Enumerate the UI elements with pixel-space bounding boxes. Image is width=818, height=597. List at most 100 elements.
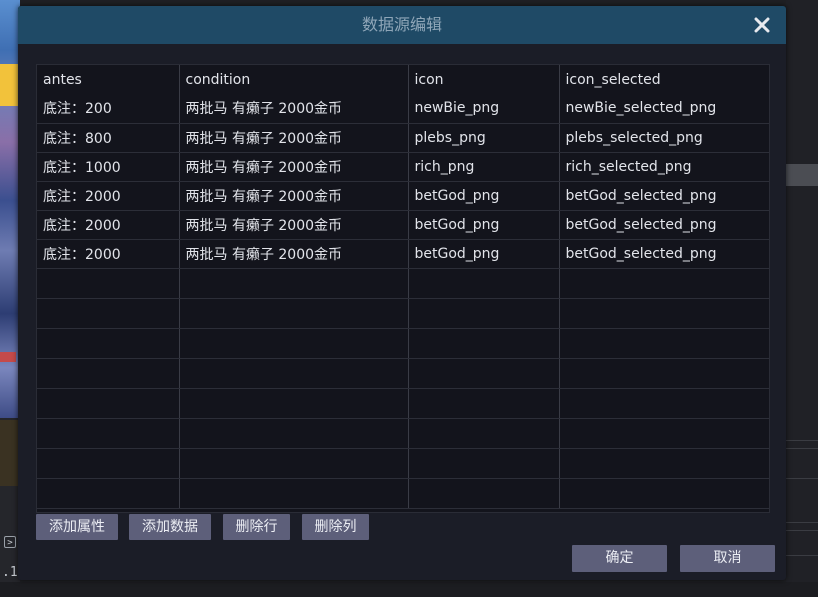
terminal-icon[interactable]: > <box>4 536 16 548</box>
table-cell[interactable]: 两批马 有癞子 2000金币 <box>179 210 409 240</box>
table-cell[interactable]: 底注：1000 <box>37 152 180 182</box>
game-preview-detail <box>0 352 16 362</box>
table-cell[interactable]: 底注：2000 <box>37 239 180 269</box>
empty-table-row[interactable] <box>37 418 769 449</box>
table-cell[interactable]: rich_png <box>408 152 560 182</box>
table-cell[interactable]: betGod_selected_png <box>559 181 769 211</box>
table-row[interactable]: 底注：200 两批马 有癞子 2000金币 newBie_png newBie_sel… <box>37 94 769 124</box>
column-header[interactable]: icon_selected <box>559 65 769 94</box>
table-cell[interactable] <box>559 478 769 509</box>
data-table: antes condition icon icon_selected 底注：20… <box>37 65 769 509</box>
right-panel-scrollbar[interactable] <box>786 164 818 186</box>
table-cell[interactable] <box>37 328 180 359</box>
table-cell[interactable]: betGod_png <box>408 210 560 240</box>
divider <box>786 448 818 449</box>
table-cell[interactable]: betGod_selected_png <box>559 210 769 240</box>
empty-table-row[interactable] <box>37 268 769 299</box>
cancel-button[interactable]: 取消 <box>680 545 775 572</box>
game-preview-detail <box>0 64 20 106</box>
table-cell[interactable] <box>559 328 769 359</box>
table-cell[interactable] <box>179 388 409 419</box>
asset-thumbnail <box>0 420 20 486</box>
table-cell[interactable]: newBie_png <box>408 94 560 124</box>
dialog-titlebar[interactable]: 数据源编辑 <box>18 6 786 44</box>
table-row[interactable]: 底注：2000 两批马 有癞子 2000金币 betGod_png betGod_se… <box>37 210 769 240</box>
divider <box>786 530 818 531</box>
table-cell[interactable] <box>408 448 560 479</box>
table-cell[interactable] <box>559 388 769 419</box>
table-cell[interactable] <box>179 448 409 479</box>
table-row[interactable]: 底注：2000 两批马 有癞子 2000金币 betGod_png betGod_se… <box>37 239 769 269</box>
delete-row-button[interactable]: 删除行 <box>223 514 290 540</box>
table-cell[interactable]: 两批马 有癞子 2000金币 <box>179 239 409 269</box>
delete-column-button[interactable]: 删除列 <box>302 514 369 540</box>
table-cell[interactable] <box>37 478 180 509</box>
dialog-title: 数据源编辑 <box>361 15 442 34</box>
data-grid[interactable]: antes condition icon icon_selected 底注：20… <box>36 64 770 513</box>
column-header[interactable]: icon <box>408 65 560 94</box>
table-cell[interactable]: plebs_png <box>408 123 560 153</box>
table-cell[interactable] <box>408 358 560 389</box>
empty-table-row[interactable] <box>37 388 769 419</box>
table-cell[interactable]: 底注：2000 <box>37 181 180 211</box>
divider <box>786 478 818 479</box>
add-data-button[interactable]: 添加数据 <box>129 514 211 540</box>
table-cell[interactable] <box>37 268 180 299</box>
empty-table-row[interactable] <box>37 328 769 359</box>
empty-table-row[interactable] <box>37 478 769 509</box>
table-cell[interactable] <box>37 418 180 449</box>
column-header[interactable]: antes <box>37 65 180 94</box>
table-row[interactable]: 底注：1000 两批马 有癞子 2000金币 rich_png rich_select… <box>37 152 769 182</box>
table-cell[interactable] <box>408 388 560 419</box>
table-cell[interactable] <box>408 418 560 449</box>
table-cell[interactable] <box>179 478 409 509</box>
table-row[interactable]: 底注：2000 两批马 有癞子 2000金币 betGod_png betGod_se… <box>37 181 769 211</box>
table-cell[interactable] <box>37 448 180 479</box>
table-cell[interactable] <box>408 478 560 509</box>
table-cell[interactable]: rich_selected_png <box>559 152 769 182</box>
table-cell[interactable] <box>408 328 560 359</box>
table-cell[interactable]: 两批马 有癞子 2000金币 <box>179 123 409 153</box>
table-cell[interactable]: 底注：800 <box>37 123 180 153</box>
empty-table-row[interactable] <box>37 448 769 479</box>
table-cell[interactable] <box>408 298 560 329</box>
table-cell[interactable]: betGod_png <box>408 239 560 269</box>
table-cell[interactable] <box>37 358 180 389</box>
table-header-row: antes condition icon icon_selected <box>37 65 769 94</box>
table-cell[interactable]: plebs_selected_png <box>559 123 769 153</box>
console-text: .1 <box>2 565 18 580</box>
editor-status-bar <box>0 582 818 597</box>
table-cell[interactable] <box>179 418 409 449</box>
add-attribute-button[interactable]: 添加属性 <box>36 514 118 540</box>
table-cell[interactable] <box>559 448 769 479</box>
table-cell[interactable] <box>179 358 409 389</box>
table-cell[interactable]: 两批马 有癞子 2000金币 <box>179 152 409 182</box>
table-cell[interactable]: 两批马 有癞子 2000金币 <box>179 181 409 211</box>
table-cell[interactable] <box>179 328 409 359</box>
close-icon[interactable] <box>752 15 772 35</box>
editor-right-panel <box>786 0 818 597</box>
table-cell[interactable] <box>559 298 769 329</box>
table-row[interactable]: 底注：800 两批马 有癞子 2000金币 plebs_png plebs_selec… <box>37 123 769 153</box>
table-cell[interactable]: betGod_selected_png <box>559 239 769 269</box>
confirm-button[interactable]: 确定 <box>572 545 667 572</box>
table-cell[interactable]: 底注：200 <box>37 94 180 124</box>
divider <box>786 522 818 523</box>
table-cell[interactable]: 两批马 有癞子 2000金币 <box>179 94 409 124</box>
table-cell[interactable] <box>559 358 769 389</box>
divider <box>786 555 818 556</box>
table-cell[interactable]: 底注：2000 <box>37 210 180 240</box>
table-cell[interactable] <box>179 268 409 299</box>
table-cell[interactable] <box>37 388 180 419</box>
empty-table-row[interactable] <box>37 298 769 329</box>
table-cell[interactable] <box>559 268 769 299</box>
column-header[interactable]: condition <box>179 65 409 94</box>
table-cell[interactable] <box>37 298 180 329</box>
table-cell[interactable]: newBie_selected_png <box>559 94 769 124</box>
table-cell[interactable]: betGod_png <box>408 181 560 211</box>
divider <box>786 440 818 441</box>
table-cell[interactable] <box>179 298 409 329</box>
table-cell[interactable] <box>559 418 769 449</box>
empty-table-row[interactable] <box>37 358 769 389</box>
table-cell[interactable] <box>408 268 560 299</box>
